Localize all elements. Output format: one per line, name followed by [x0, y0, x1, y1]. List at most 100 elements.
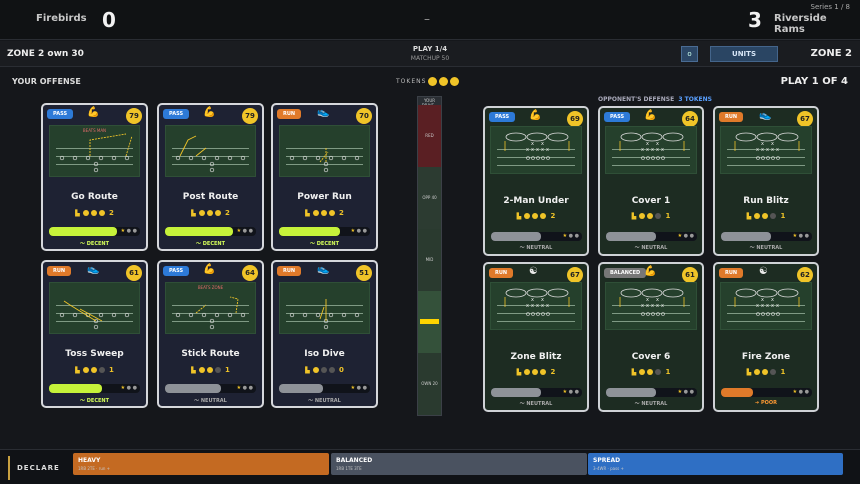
grade-label: 〜 NEUTRAL: [519, 245, 553, 251]
stamina-dot: [532, 369, 539, 375]
svg-text:x: x: [531, 297, 534, 303]
declare-option-spread[interactable]: SPREAD 3-4WR · pass +: [588, 453, 843, 475]
meter-zone-opp40: OPP 40: [422, 195, 437, 200]
tokens-label: TOKENS: [396, 78, 427, 85]
play-stamina: ▙ 1: [75, 366, 114, 374]
play-diagram: x x x x xx x: [619, 288, 685, 316]
units-button[interactable]: UNITS: [710, 46, 778, 62]
game-info-bar: ZONE 2 own 30 PLAY 1/4 MATCHUP 50 o UNIT…: [0, 41, 860, 67]
effectiveness-bar: ★ ● ●: [165, 384, 256, 393]
play-name: Go Route: [71, 192, 118, 202]
svg-text:x: x: [756, 303, 759, 309]
star-count: 2: [224, 209, 230, 217]
svg-text:x: x: [776, 303, 779, 309]
defense-play-card[interactable]: RUN ☯ 62 x x x x x x x Fire Zone ▙ 1 ★ ● ● ➔ POOR: [713, 262, 819, 412]
play-field: [49, 282, 140, 334]
stamina-dot: [206, 210, 213, 216]
yin-yang-icon: ☯: [759, 266, 768, 277]
play-name: 2-Man Under: [503, 196, 569, 206]
svg-text:x: x: [771, 141, 774, 147]
svg-text:x: x: [766, 303, 769, 309]
svg-text:x: x: [646, 147, 649, 153]
offense-play-card[interactable]: RUN 👟 70 Power Run ▙ 2 ★ ● ● 〜 DECENT: [271, 103, 378, 251]
offense-play-card[interactable]: RUN 👟 51 Iso Dive ▙ 0 ★ ● ● 〜 NEUTRAL: [271, 260, 378, 408]
stamina-dot: [524, 213, 531, 219]
play-diagram: [175, 135, 246, 173]
defense-play-card[interactable]: PASS 💪 69 x x x x x x x 2-Man Under ▙ 2 ★ ● ● 〜 NEUTR…: [483, 106, 589, 256]
play-diagram: [59, 133, 133, 173]
svg-text:x: x: [646, 297, 649, 303]
flexed-arm-icon: 💪: [203, 107, 216, 118]
svg-text:x: x: [651, 147, 654, 153]
svg-text:x: x: [546, 303, 549, 309]
stamina-dot: [82, 367, 89, 373]
play-type-tag: RUN: [277, 109, 302, 119]
declare-option-heavy[interactable]: HEAVY 1RB 2TE · run +: [73, 453, 329, 475]
defense-play-card[interactable]: RUN ☯ 67 x x x x x x x Zone Blitz ▙ 2 ★ ● ● 〜 NEUTRAL: [483, 262, 589, 412]
sneaker-icon: 👟: [87, 264, 100, 275]
drive-meter: YOUR DRIVE ▸ RED OPP 40 MID OWN 20: [417, 96, 442, 416]
game-screen: Firebirds 0 – 3 Riverside Rams Series 1 …: [0, 0, 860, 484]
stamina-dot: [647, 369, 654, 375]
svg-text:x: x: [541, 141, 544, 147]
sneaker-icon: 👟: [317, 264, 330, 275]
stamina-dot: [98, 367, 105, 373]
effectiveness-bar: ★ ● ●: [491, 388, 582, 397]
stamina-dot: [206, 367, 213, 373]
effectiveness-bar: ★ ● ●: [49, 227, 140, 236]
svg-text:x: x: [771, 297, 774, 303]
stamina-dot: [198, 210, 205, 216]
play-field: xxxxxxx: [720, 282, 812, 330]
play-type-tag: PASS: [47, 109, 74, 119]
info-button[interactable]: o: [681, 46, 698, 62]
away-score: 3: [748, 8, 762, 32]
svg-text:x: x: [656, 303, 659, 309]
stamina-dot: [762, 369, 769, 375]
play-rating: 64: [682, 111, 698, 127]
meter-zone-red: RED: [425, 133, 434, 138]
svg-text:x: x: [526, 303, 529, 309]
svg-text:x: x: [761, 141, 764, 147]
stamina-dot: [90, 367, 97, 373]
effectiveness-bar: ★ ● ●: [721, 232, 812, 241]
defense-play-card[interactable]: RUN 👟 67 x x x x x x x Run Blitz ▙ 1 ★ ● ● 〜 NEUTRAL: [713, 106, 819, 256]
defense-play-card[interactable]: PASS 💪 64 x x x x x x x Cover 1 ▙ 1 ★ ● ● 〜 NEUTRAL: [598, 106, 704, 256]
svg-text:x: x: [646, 303, 649, 309]
svg-text:x: x: [661, 303, 664, 309]
play-field: xxxxxxx: [605, 282, 697, 330]
play-name: Post Route: [182, 192, 239, 202]
grade-label: 〜 DECENT: [196, 241, 225, 247]
play-type-tag: PASS: [489, 112, 516, 122]
svg-text:x: x: [526, 147, 529, 153]
home-team-name: Firebirds: [36, 13, 87, 24]
play-stamina: ▙ 2: [75, 209, 114, 217]
offense-play-card[interactable]: RUN 👟 61 Toss Sweep ▙ 1 ★ ● ● 〜 DECENT: [41, 260, 148, 408]
effectiveness-bar: ★ ● ●: [491, 232, 582, 241]
declare-option-balanced[interactable]: BALANCED 1RB 1TE 3TE: [331, 453, 587, 475]
grade-label: 〜 NEUTRAL: [749, 245, 783, 251]
stamina-dot: [770, 213, 777, 219]
yin-yang-icon: ☯: [529, 266, 538, 277]
effectiveness-bar: ★ ● ●: [49, 384, 140, 393]
stamina-dot: [90, 210, 97, 216]
play-name: Iso Dive: [304, 349, 345, 359]
offense-play-card[interactable]: PASS 💪 79 Post Route ▙ 2 ★ ● ● 〜 DECENT: [157, 103, 264, 251]
play-stamina: ▙ 2: [516, 212, 556, 220]
defense-play-card[interactable]: BALANCED 💪 61 x x x x x x x Cover 6 ▙ 1 ★ ● ● 〜 NEUTR…: [598, 262, 704, 412]
declare-label: DECLARE: [8, 456, 60, 480]
stamina-dot: [532, 213, 539, 219]
offense-play-card[interactable]: PASS 💪 64 BEATS ZONE Stick Route ▙ 1 ★ ● ● 〜 NE…: [157, 260, 264, 408]
sneaker-icon: 👟: [759, 110, 772, 121]
grade-label: 〜 NEUTRAL: [519, 401, 553, 407]
svg-text:x: x: [661, 147, 664, 153]
play-diagram: x x x x xx x: [619, 132, 685, 160]
stamina-dot: [639, 213, 646, 219]
scoreboard: Firebirds 0 – 3 Riverside Rams Series 1 …: [0, 0, 860, 40]
token-tracker: TOKENS: [396, 77, 460, 86]
svg-text:x: x: [776, 147, 779, 153]
offense-play-card[interactable]: PASS 💪 79 BEATS MAN Go Route ▙ 2 ★ ● ● 〜 DECENT: [41, 103, 148, 251]
meter-zone-own20: OWN 20: [421, 381, 438, 386]
play-rating: 67: [567, 267, 583, 283]
svg-text:x: x: [531, 147, 534, 153]
effectiveness-bar: ★ ● ●: [606, 232, 697, 241]
